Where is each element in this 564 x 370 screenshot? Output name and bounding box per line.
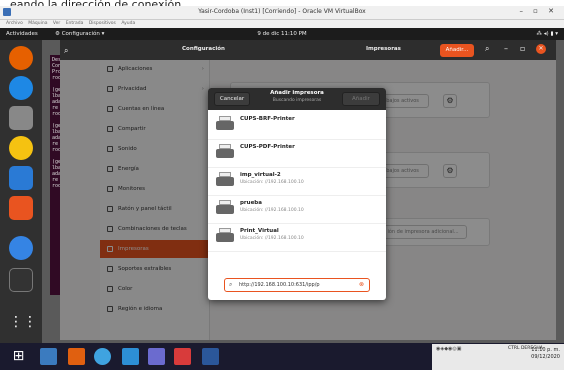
windows-start-icon[interactable]: ⊞ bbox=[10, 348, 27, 365]
printer-search-input[interactable]: ⌕ http://192.168.100.10:631/ipp/p ⊗ bbox=[224, 278, 370, 292]
virtualbox-titlebar: Yasir-Cordoba (Inst1) [Corriendo] - Orac… bbox=[0, 6, 564, 20]
divider bbox=[208, 223, 386, 224]
search-value: http://192.168.100.10:631/ipp/p bbox=[239, 282, 320, 288]
menu-maquina[interactable]: Máquina bbox=[28, 21, 47, 26]
divider bbox=[208, 251, 386, 252]
rhythmbox-icon[interactable] bbox=[9, 136, 33, 160]
divider bbox=[208, 167, 386, 168]
files-icon[interactable] bbox=[9, 106, 33, 130]
app-menu[interactable]: ⚙ Configuración ▾ bbox=[55, 28, 104, 40]
window-controls[interactable]: – ▫ ✕ bbox=[519, 7, 558, 15]
office-icon[interactable] bbox=[68, 348, 85, 365]
printer-name: Print_Virtual bbox=[240, 228, 279, 234]
printer-name: prueba bbox=[240, 200, 262, 206]
tray-icons[interactable]: ◉◈◆◉◎▣ bbox=[436, 346, 462, 352]
add-printer-button[interactable]: Añadir... bbox=[440, 44, 474, 57]
tray-clock[interactable]: 11:10 p. m. 09/12/2020 bbox=[531, 347, 560, 361]
panel-title: Impresoras bbox=[366, 46, 401, 52]
system-tray-icons[interactable]: ⁂ ◂) ▮ ▾ bbox=[537, 28, 558, 40]
gear-icon: ⚙ bbox=[55, 31, 60, 37]
maximize-icon[interactable]: ▫ bbox=[520, 44, 525, 53]
clear-icon[interactable]: ⊗ bbox=[359, 279, 364, 291]
menu-entrada[interactable]: Entrada bbox=[66, 21, 84, 26]
menu-ver[interactable]: Ver bbox=[53, 21, 60, 26]
edge-icon[interactable] bbox=[122, 348, 139, 365]
tray-time: 11:10 p. m. bbox=[531, 347, 560, 353]
dialog-title: Añadir impresora bbox=[270, 90, 324, 96]
settings-headerbar: ⌕ Configuración Impresoras Añadir... ⌕ –… bbox=[60, 40, 556, 60]
printer-list-item[interactable]: prueba Ubicación: //192.168.100.10 bbox=[216, 198, 378, 222]
show-apps-icon[interactable]: ⋮⋮ bbox=[9, 310, 37, 334]
ubuntu-dock: ⋮⋮ bbox=[0, 40, 42, 343]
add-printer-dialog: Cancelar Añadir impresora Buscando impre… bbox=[208, 88, 386, 300]
terminal-icon[interactable] bbox=[9, 268, 33, 292]
thunderbird-icon[interactable] bbox=[9, 76, 33, 100]
printer-icon bbox=[216, 200, 234, 216]
chrome-icon[interactable] bbox=[94, 348, 111, 365]
printer-location: Ubicación: //192.168.100.10 bbox=[240, 208, 304, 213]
help-icon[interactable] bbox=[9, 236, 33, 260]
add-button[interactable]: Añadir bbox=[342, 92, 380, 106]
activities-button[interactable]: Actividades bbox=[6, 28, 38, 40]
dialog-header: Cancelar Añadir impresora Buscando impre… bbox=[208, 88, 386, 110]
printer-location: Ubicación: //192.168.100.10 bbox=[240, 180, 304, 185]
menu-archivo[interactable]: Archivo bbox=[6, 21, 23, 26]
firefox-icon[interactable] bbox=[9, 46, 33, 70]
printer-list-item[interactable]: CUPS-PDF-Printer bbox=[216, 142, 378, 166]
close-icon[interactable]: ✕ bbox=[536, 44, 546, 54]
cancel-button[interactable]: Cancelar bbox=[214, 92, 250, 106]
search-icon: ⌕ bbox=[229, 281, 233, 288]
printer-location: Ubicación: //192.168.100.10 bbox=[240, 236, 304, 241]
menu-dispositivos[interactable]: Dispositivos bbox=[89, 21, 116, 26]
software-icon[interactable] bbox=[9, 196, 33, 220]
printer-name: CUPS-BRF-Printer bbox=[240, 116, 295, 122]
app-menu-label: Configuración ▾ bbox=[61, 31, 105, 37]
printer-list-item[interactable]: CUPS-BRF-Printer bbox=[216, 114, 378, 138]
virtualbox-menubar: Archivo Máquina Ver Entrada Dispositivos… bbox=[0, 20, 564, 28]
printer-name: imp_virtual-2 bbox=[240, 172, 281, 178]
printer-name: CUPS-PDF-Printer bbox=[240, 144, 295, 150]
paint-icon[interactable] bbox=[174, 348, 191, 365]
virtualbox-task-icon[interactable] bbox=[148, 348, 165, 365]
gnome-topbar: Actividades ⚙ Configuración ▾ 9 de dic 1… bbox=[0, 28, 564, 40]
printer-list-item[interactable]: imp_virtual-2 Ubicación: //192.168.100.10 bbox=[216, 170, 378, 194]
word-icon[interactable] bbox=[202, 348, 219, 365]
system-tray: ◉◈◆◉◎▣ CTRL DERECHA 11:10 p. m. 09/12/20… bbox=[432, 344, 564, 370]
printer-icon bbox=[216, 228, 234, 244]
settings-title: Configuración bbox=[182, 46, 225, 52]
menu-ayuda[interactable]: Ayuda bbox=[121, 21, 135, 26]
printer-list-item[interactable]: Print_Virtual Ubicación: //192.168.100.10 bbox=[216, 226, 378, 250]
divider bbox=[208, 139, 386, 140]
writer-icon[interactable] bbox=[9, 166, 33, 190]
printer-icon bbox=[216, 172, 234, 188]
tray-date: 09/12/2020 bbox=[531, 354, 560, 360]
search-toggle-icon[interactable]: ⌕ bbox=[485, 44, 489, 54]
explorer-icon[interactable] bbox=[40, 348, 57, 365]
printer-icon bbox=[216, 144, 234, 160]
printer-icon bbox=[216, 116, 234, 132]
minimize-icon[interactable]: – bbox=[504, 44, 508, 53]
search-icon[interactable]: ⌕ bbox=[64, 46, 68, 56]
divider bbox=[208, 195, 386, 196]
dialog-subtitle: Buscando impresoras bbox=[272, 98, 322, 103]
window-title: Yasir-Cordoba (Inst1) [Corriendo] - Orac… bbox=[198, 8, 366, 15]
